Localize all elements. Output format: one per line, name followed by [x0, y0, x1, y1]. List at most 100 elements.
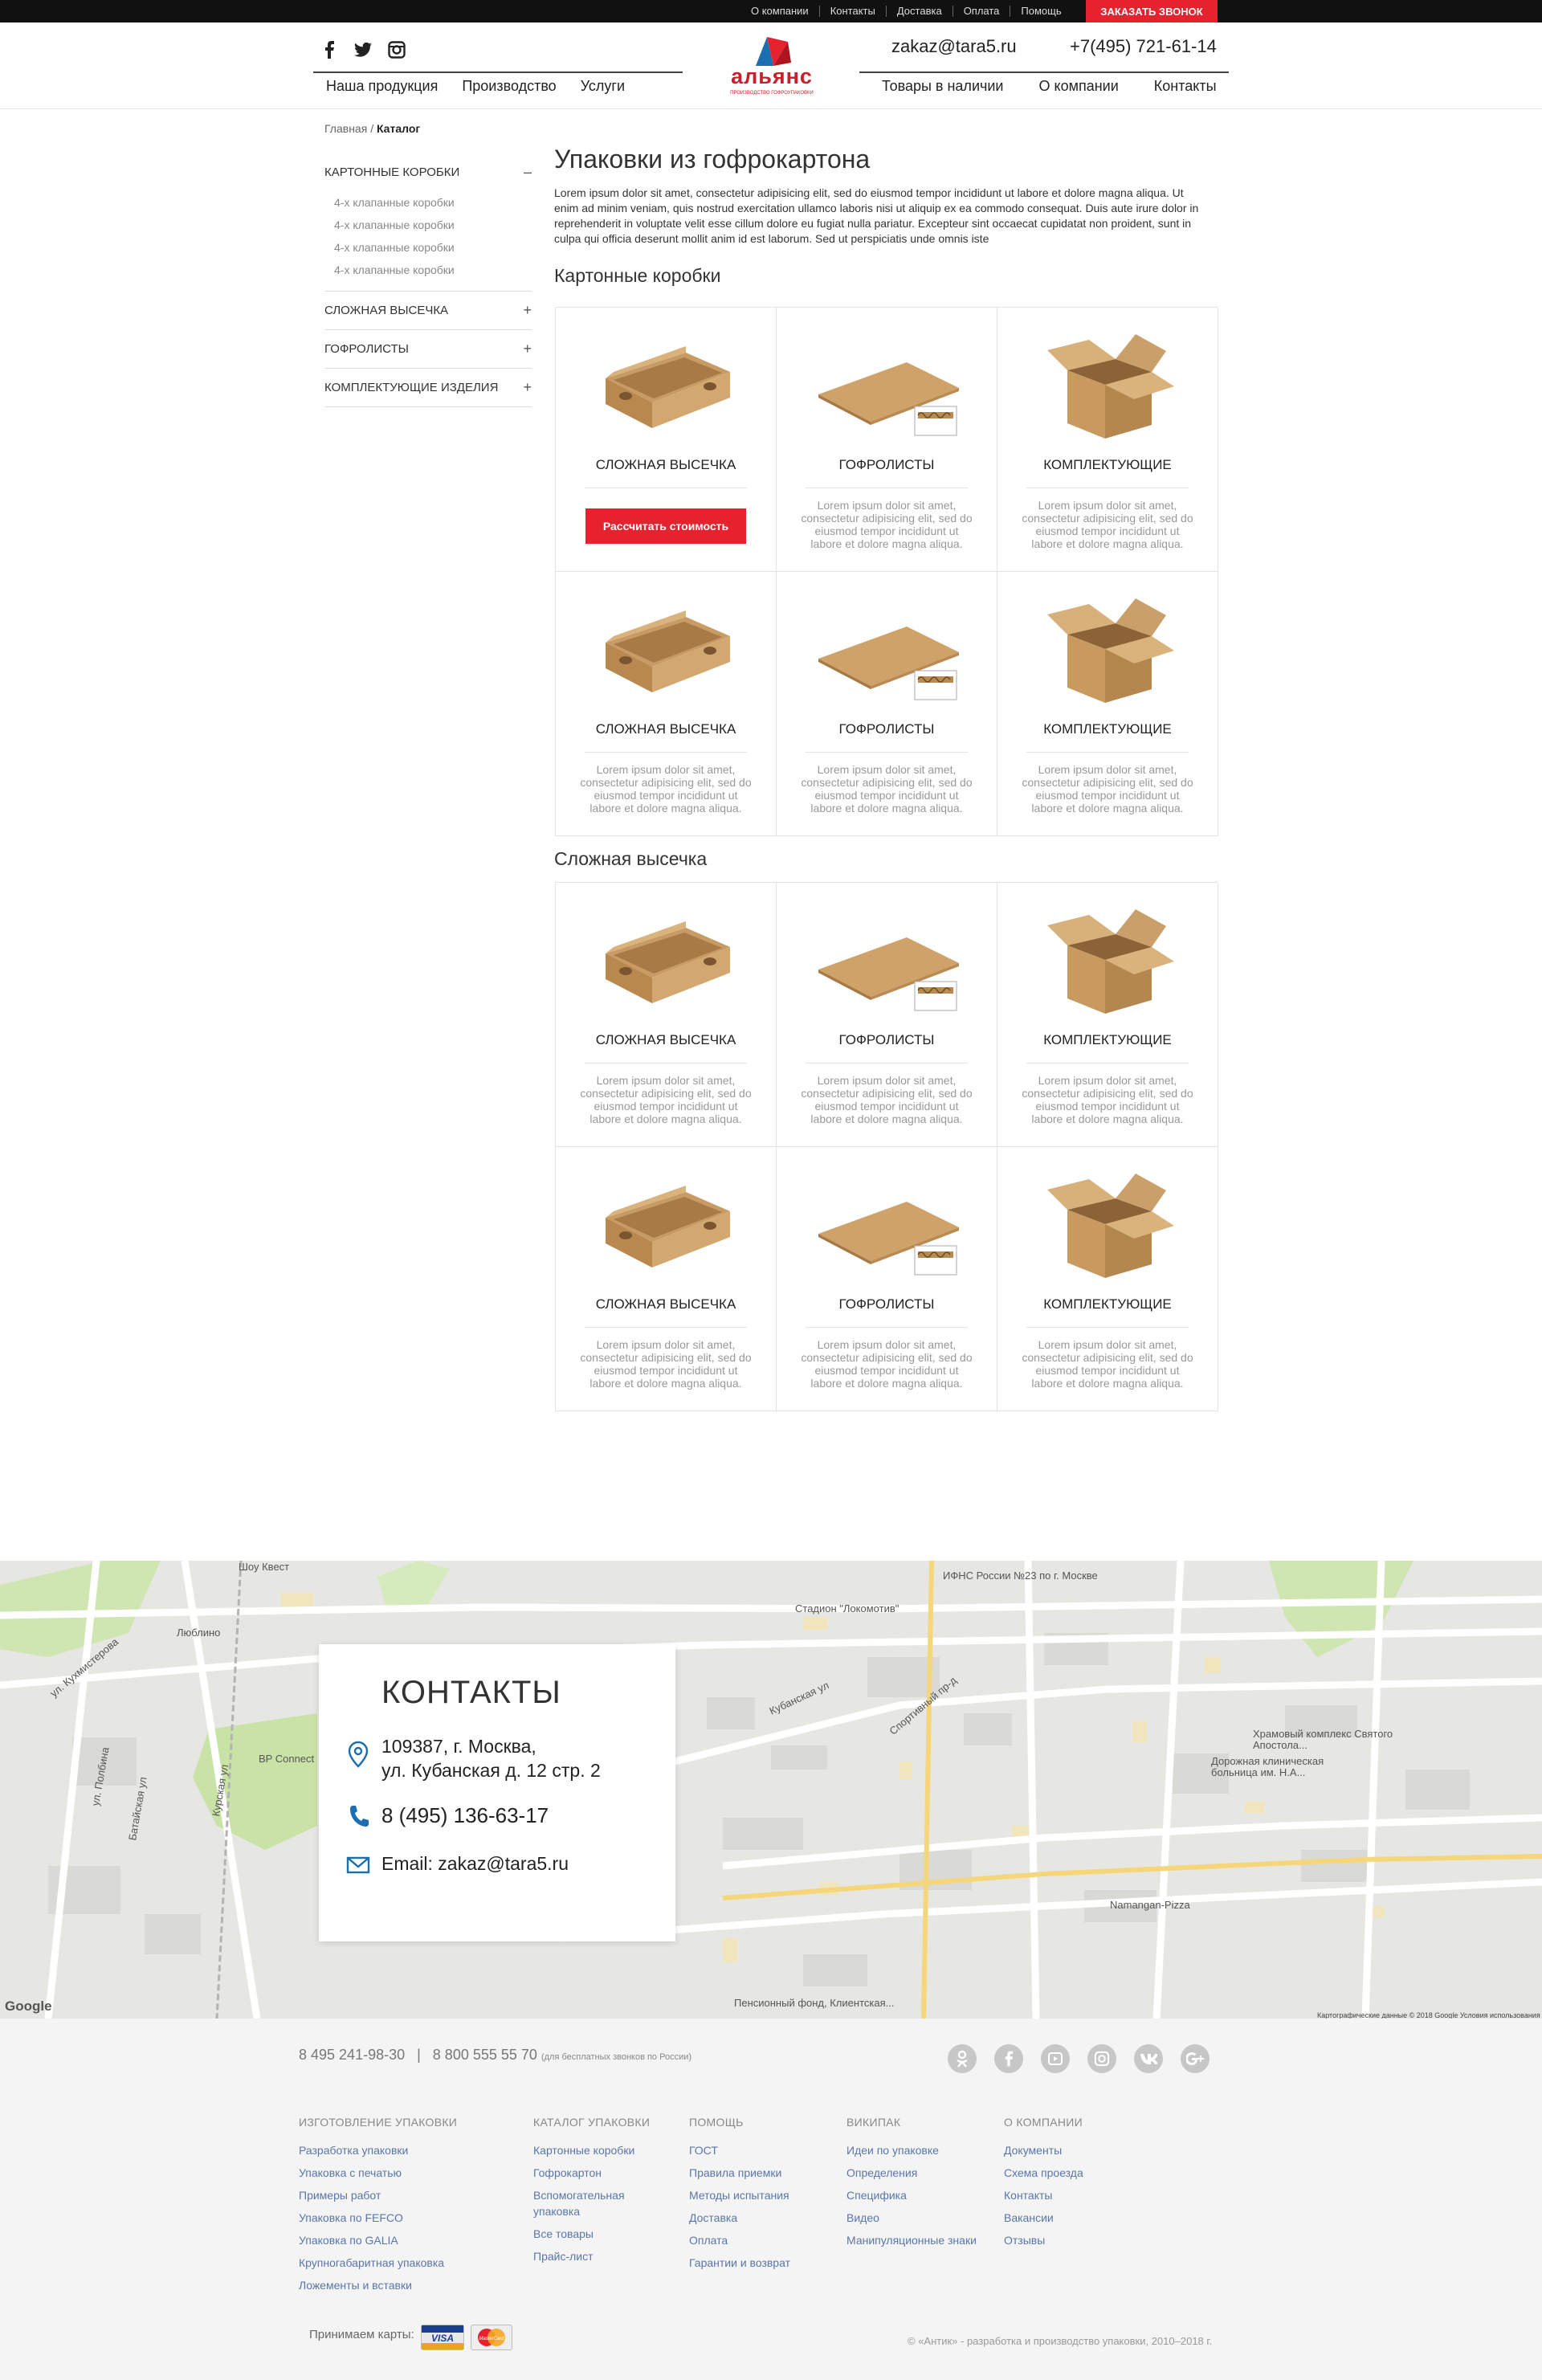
footer-link[interactable]: Отзывы [1004, 2229, 1083, 2251]
product-card-title[interactable]: ГОФРОЛИСТЫ [777, 457, 997, 473]
facebook-icon[interactable] [320, 40, 339, 59]
footer-phone-1[interactable]: 8 495 241-98-30 [299, 2047, 405, 2063]
top-link-about[interactable]: О компании [740, 6, 820, 17]
tray-box-image[interactable] [589, 897, 742, 1018]
carton-box-image[interactable] [1031, 586, 1184, 707]
product-card-title[interactable]: ГОФРОЛИСТЫ [777, 1296, 997, 1312]
carton-box-image[interactable] [1031, 897, 1184, 1018]
top-link-delivery[interactable]: Доставка [887, 6, 953, 17]
product-card[interactable]: КОМПЛЕКТУЮЩИЕ Lorem ipsum dolor sit amet,… [997, 308, 1218, 572]
header-phone[interactable]: +7(495) 721-61-14 [1070, 36, 1217, 57]
top-link-help[interactable]: Помощь [1010, 6, 1071, 17]
location-map[interactable]: Шоу Квест ИФНС России №23 по г. Москве Ста… [0, 1561, 1542, 2019]
footer-link[interactable]: Видео [846, 2207, 977, 2229]
product-card-title[interactable]: КОМПЛЕКТУЮЩИЕ [997, 1296, 1218, 1312]
header-email[interactable]: zakaz@tara5.ru [891, 36, 1017, 57]
googleplus-icon[interactable] [1181, 2044, 1210, 2073]
footer-link[interactable]: Упаковка по FEFCO [299, 2207, 457, 2229]
sidebar-item-boxes[interactable]: КАРТОННЫЕ КОРОБКИ – [324, 153, 532, 191]
footer-link[interactable]: Оплата [689, 2229, 790, 2251]
product-card[interactable]: ГОФРОЛИСТЫ Lorem ipsum dolor sit amet, co… [777, 572, 997, 836]
product-card-title[interactable]: ГОФРОЛИСТЫ [777, 721, 997, 737]
product-card[interactable]: СЛОЖНАЯ ВЫСЕЧКА Рассчитать стоимость [556, 308, 777, 572]
footer-link[interactable]: Вспомогательная упаковка [533, 2187, 638, 2219]
instagram-icon[interactable] [1087, 2044, 1116, 2073]
nav-about[interactable]: О компании [1038, 78, 1118, 95]
product-card-title[interactable]: СЛОЖНАЯ ВЫСЕЧКА [556, 1032, 776, 1048]
product-card[interactable]: ГОФРОЛИСТЫ Lorem ipsum dolor sit amet, co… [777, 308, 997, 572]
facebook-icon[interactable] [994, 2044, 1023, 2073]
product-card[interactable]: КОМПЛЕКТУЮЩИЕ Lorem ipsum dolor sit amet,… [997, 1147, 1218, 1411]
footer-link[interactable]: Гарантии и возврат [689, 2251, 790, 2274]
tray-box-image[interactable] [589, 1161, 742, 1282]
footer-link[interactable]: Правила приемки [689, 2162, 790, 2184]
calculate-price-button[interactable]: Рассчитать стоимость [585, 508, 746, 544]
product-card[interactable]: ГОФРОЛИСТЫ Lorem ipsum dolor sit amet, co… [777, 883, 997, 1147]
collapse-icon[interactable]: – [524, 164, 532, 181]
corrugated-sheet-image[interactable] [810, 1161, 963, 1282]
tray-box-image[interactable] [589, 586, 742, 707]
expand-icon[interactable]: + [523, 341, 532, 357]
footer-link[interactable]: Методы испытания [689, 2184, 790, 2207]
footer-link[interactable]: Примеры работ [299, 2184, 457, 2207]
footer-link[interactable]: Контакты [1004, 2184, 1083, 2207]
footer-link[interactable]: Определения [846, 2162, 977, 2184]
footer-link[interactable]: Все товары [533, 2223, 650, 2245]
ok-icon[interactable] [948, 2044, 977, 2073]
instagram-icon[interactable] [387, 40, 406, 59]
carton-box-image[interactable] [1031, 1161, 1184, 1282]
sidebar-item-accessories[interactable]: КОМПЛЕКТУЮЩИЕ ИЗДЕЛИЯ + [324, 369, 532, 407]
nav-services[interactable]: Услуги [581, 78, 625, 95]
tray-box-image[interactable] [589, 322, 742, 443]
product-card[interactable]: КОМПЛЕКТУЮЩИЕ Lorem ipsum dolor sit amet,… [997, 572, 1218, 836]
footer-link[interactable]: Схема проезда [1004, 2162, 1083, 2184]
top-link-payment[interactable]: Оплата [953, 6, 1011, 17]
product-card-title[interactable]: СЛОЖНАЯ ВЫСЕЧКА [556, 721, 776, 737]
footer-link[interactable]: Гофрокартон [533, 2162, 650, 2184]
product-card[interactable]: СЛОЖНАЯ ВЫСЕЧКА Lorem ipsum dolor sit ame… [556, 1147, 777, 1411]
footer-link[interactable]: Вакансии [1004, 2207, 1083, 2229]
product-card[interactable]: СЛОЖНАЯ ВЫСЕЧКА Lorem ipsum dolor sit ame… [556, 572, 777, 836]
sidebar-item-die-cut[interactable]: СЛОЖНАЯ ВЫСЕЧКА + [324, 292, 532, 330]
footer-link[interactable]: Упаковка по GALIA [299, 2229, 457, 2251]
corrugated-sheet-image[interactable] [810, 322, 963, 443]
product-card-title[interactable]: СЛОЖНАЯ ВЫСЕЧКА [556, 1296, 776, 1312]
nav-in-stock[interactable]: Товары в наличии [882, 78, 1003, 95]
footer-link[interactable]: Ложементы и вставки [299, 2274, 457, 2296]
sidebar-item-sheets[interactable]: ГОФРОЛИСТЫ + [324, 330, 532, 369]
footer-link[interactable]: Доставка [689, 2207, 790, 2229]
sidebar-subitem[interactable]: 4-х клапанные коробки [334, 259, 532, 281]
product-card[interactable]: КОМПЛЕКТУЮЩИЕ Lorem ipsum dolor sit amet,… [997, 883, 1218, 1147]
contacts-phone[interactable]: 8 (495) 136-63-17 [381, 1803, 549, 1827]
corrugated-sheet-image[interactable] [810, 897, 963, 1018]
carton-box-image[interactable] [1031, 322, 1184, 443]
twitter-icon[interactable] [353, 40, 373, 59]
footer-link[interactable]: Картонные коробки [533, 2139, 650, 2162]
youtube-icon[interactable] [1041, 2044, 1070, 2073]
footer-link[interactable]: Крупногабаритная упаковка [299, 2251, 457, 2274]
nav-products[interactable]: Наша продукция [326, 78, 438, 95]
product-card[interactable]: ГОФРОЛИСТЫ Lorem ipsum dolor sit amet, co… [777, 1147, 997, 1411]
contacts-email[interactable]: Email: zakaz@tara5.ru [381, 1851, 569, 1876]
product-card-title[interactable]: КОМПЛЕКТУЮЩИЕ [997, 1032, 1218, 1048]
expand-icon[interactable]: + [523, 302, 532, 319]
corrugated-sheet-image[interactable] [810, 586, 963, 707]
product-card-title[interactable]: КОМПЛЕКТУЮЩИЕ [997, 721, 1218, 737]
sidebar-subitem[interactable]: 4-х клапанные коробки [334, 236, 532, 259]
top-link-contacts[interactable]: Контакты [820, 6, 887, 17]
product-card-title[interactable]: СЛОЖНАЯ ВЫСЕЧКА [556, 457, 776, 473]
footer-link[interactable]: Идеи по упаковке [846, 2139, 977, 2162]
product-card-title[interactable]: КОМПЛЕКТУЮЩИЕ [997, 457, 1218, 473]
footer-link[interactable]: Манипуляционные знаки [846, 2229, 977, 2251]
breadcrumb-home[interactable]: Главная [324, 122, 367, 135]
footer-link[interactable]: Упаковка с печатью [299, 2162, 457, 2184]
nav-contacts[interactable]: Контакты [1154, 78, 1217, 95]
footer-link[interactable]: ГОСТ [689, 2139, 790, 2162]
order-call-button[interactable]: ЗАКАЗАТЬ ЗВОНОК [1086, 0, 1218, 22]
footer-phone-2[interactable]: 8 800 555 55 70 [433, 2047, 537, 2063]
nav-production[interactable]: Производство [462, 78, 556, 95]
expand-icon[interactable]: + [523, 379, 532, 396]
footer-link[interactable]: Разработка упаковки [299, 2139, 457, 2162]
footer-link[interactable]: Прайс-лист [533, 2245, 650, 2268]
vk-icon[interactable] [1134, 2044, 1163, 2073]
